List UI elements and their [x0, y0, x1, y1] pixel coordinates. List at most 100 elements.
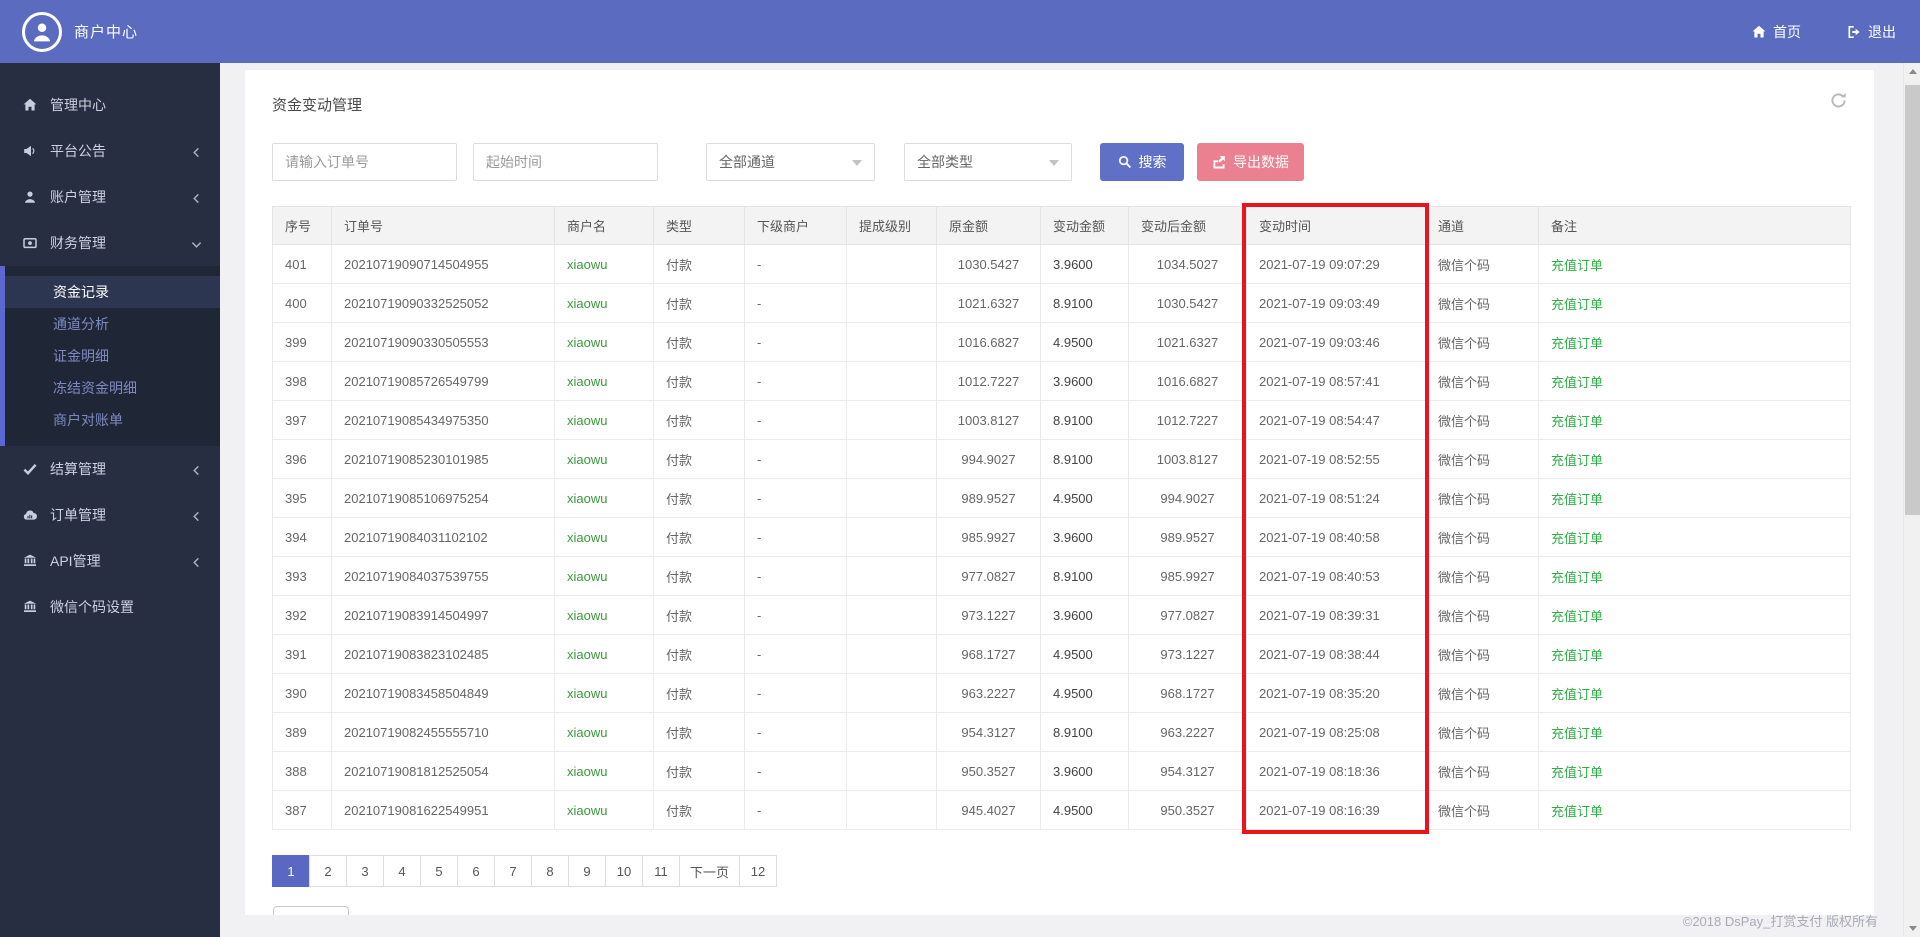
page-button-6[interactable]: 6: [457, 855, 495, 887]
page-button-8[interactable]: 8: [531, 855, 569, 887]
cell-after-amount: 963.2227: [1128, 712, 1247, 752]
sidebar-item-财务管理[interactable]: 财务管理: [0, 220, 220, 266]
cell-commission-level: [846, 556, 937, 596]
sidebar-item-平台公告[interactable]: 平台公告: [0, 128, 220, 174]
chevron-left-icon: [191, 538, 202, 584]
table-row: 394 20210719084031102102 xiaowu 付款 - 985.9927…: [272, 517, 1851, 557]
cell-channel: 微信个码: [1425, 439, 1539, 479]
col-change-time: 变动时间: [1246, 206, 1426, 245]
cell-remark: 充值订单: [1538, 400, 1851, 440]
start-time-input[interactable]: [473, 143, 658, 181]
cell-original-amount: 954.3127: [936, 712, 1041, 752]
cell-sub-merchant: -: [744, 517, 847, 557]
cell-type: 付款: [653, 751, 745, 791]
user-avatar-icon: [22, 11, 62, 52]
search-button[interactable]: 搜索: [1100, 143, 1184, 181]
cell-commission-level: [846, 790, 937, 830]
page-button-1[interactable]: 1: [272, 855, 310, 887]
cell-original-amount: 1030.5427: [936, 244, 1041, 284]
cell-change-time: 2021-07-19 08:51:24: [1246, 478, 1426, 518]
cell-commission-level: [846, 751, 937, 791]
cell-commission-level: [846, 439, 937, 479]
topnav: 首页 退出: [1752, 0, 1896, 63]
cell-channel: 微信个码: [1425, 673, 1539, 713]
sidebar-item-管理中心[interactable]: 管理中心: [0, 82, 220, 128]
cell-index: 391: [272, 634, 332, 674]
page-button-5[interactable]: 5: [420, 855, 458, 887]
page-button-10[interactable]: 10: [605, 855, 643, 887]
sidebar-item-订单管理[interactable]: 订单管理: [0, 492, 220, 538]
cell-original-amount: 1012.7227: [936, 361, 1041, 401]
home-icon: [1752, 25, 1766, 37]
sidebar-item-微信个码设置[interactable]: 微信个码设置: [0, 584, 220, 630]
sidebar-subitem-通道分析[interactable]: 通道分析: [5, 308, 220, 340]
cell-order-no: 20210719083458504849: [331, 673, 555, 713]
page-button-12[interactable]: 12: [739, 855, 778, 887]
cell-channel: 微信个码: [1425, 361, 1539, 401]
channel-select[interactable]: 全部通道: [706, 143, 875, 181]
cell-change-amount: 8.9100: [1040, 283, 1129, 323]
cell-after-amount: 977.0827: [1128, 595, 1247, 635]
cell-commission-level: [846, 634, 937, 674]
sidebar-subitem-证金明细[interactable]: 证金明细: [5, 340, 220, 372]
cell-after-amount: 1030.5427: [1128, 283, 1247, 323]
next-page-button[interactable]: 下一页: [679, 855, 741, 887]
cell-change-amount: 8.9100: [1040, 400, 1129, 440]
cell-channel: 微信个码: [1425, 517, 1539, 557]
page-button-11[interactable]: 11: [642, 855, 680, 887]
sidebar-subitem-资金记录[interactable]: 资金记录: [5, 276, 220, 308]
cell-type: 付款: [653, 712, 745, 752]
cell-sub-merchant: -: [744, 439, 847, 479]
page-button-4[interactable]: 4: [383, 855, 421, 887]
cell-merchant: xiaowu: [554, 751, 654, 791]
cell-order-no: 20210719083823102485: [331, 634, 555, 674]
cell-merchant: xiaowu: [554, 439, 654, 479]
page-button-9[interactable]: 9: [568, 855, 606, 887]
scroll-up-arrow[interactable]: [1904, 63, 1920, 80]
sidebar-item-结算管理[interactable]: 结算管理: [0, 446, 220, 492]
cell-after-amount: 1021.6327: [1128, 322, 1247, 362]
cell-change-time: 2021-07-19 08:35:20: [1246, 673, 1426, 713]
page-button-3[interactable]: 3: [346, 855, 384, 887]
topbar: 商户中心 首页 退出: [0, 0, 1920, 63]
col-channel: 通道: [1425, 206, 1539, 245]
order-number-input[interactable]: [272, 143, 457, 181]
cell-remark: 充值订单: [1538, 244, 1851, 284]
cell-merchant: xiaowu: [554, 517, 654, 557]
nav-logout[interactable]: 退出: [1847, 22, 1896, 42]
chevron-left-icon: [191, 446, 202, 492]
cell-order-no: 20210719084031102102: [331, 517, 555, 557]
col-change-amount: 变动金额: [1040, 206, 1129, 245]
vertical-scrollbar[interactable]: [1903, 63, 1920, 937]
cell-merchant: xiaowu: [554, 400, 654, 440]
sidebar-item-账户管理[interactable]: 账户管理: [0, 174, 220, 220]
export-button[interactable]: 导出数据: [1197, 143, 1304, 181]
bank-icon: [23, 586, 39, 632]
cell-index: 397: [272, 400, 332, 440]
sidebar-subitem-冻结资金明细[interactable]: 冻结资金明细: [5, 372, 220, 404]
sidebar-item-API管理[interactable]: API管理: [0, 538, 220, 584]
cell-index: 398: [272, 361, 332, 401]
scroll-down-arrow[interactable]: [1904, 920, 1920, 937]
cell-channel: 微信个码: [1425, 322, 1539, 362]
cell-index: 400: [272, 283, 332, 323]
cell-original-amount: 950.3527: [936, 751, 1041, 791]
cell-index: 395: [272, 478, 332, 518]
cell-order-no: 20210719085434975350: [331, 400, 555, 440]
cell-after-amount: 968.1727: [1128, 673, 1247, 713]
page-size-select[interactable]: [273, 906, 349, 915]
cell-sub-merchant: -: [744, 283, 847, 323]
sidebar-subitem-商户对账单[interactable]: 商户对账单: [5, 404, 220, 436]
cell-change-time: 2021-07-19 08:52:55: [1246, 439, 1426, 479]
scrollbar-thumb[interactable]: [1905, 85, 1920, 515]
pagination: 1 2 3 4 5 6 7 8 9 10 11 下一页 12: [272, 855, 778, 887]
page-button-2[interactable]: 2: [309, 855, 347, 887]
cell-change-time: 2021-07-19 08:38:44: [1246, 634, 1426, 674]
signout-icon: [1848, 25, 1860, 38]
col-type: 类型: [653, 206, 745, 245]
page-button-7[interactable]: 7: [494, 855, 532, 887]
cell-sub-merchant: -: [744, 595, 847, 635]
type-select[interactable]: 全部类型: [904, 143, 1072, 181]
nav-home[interactable]: 首页: [1752, 22, 1801, 42]
refresh-icon[interactable]: [1830, 92, 1847, 109]
